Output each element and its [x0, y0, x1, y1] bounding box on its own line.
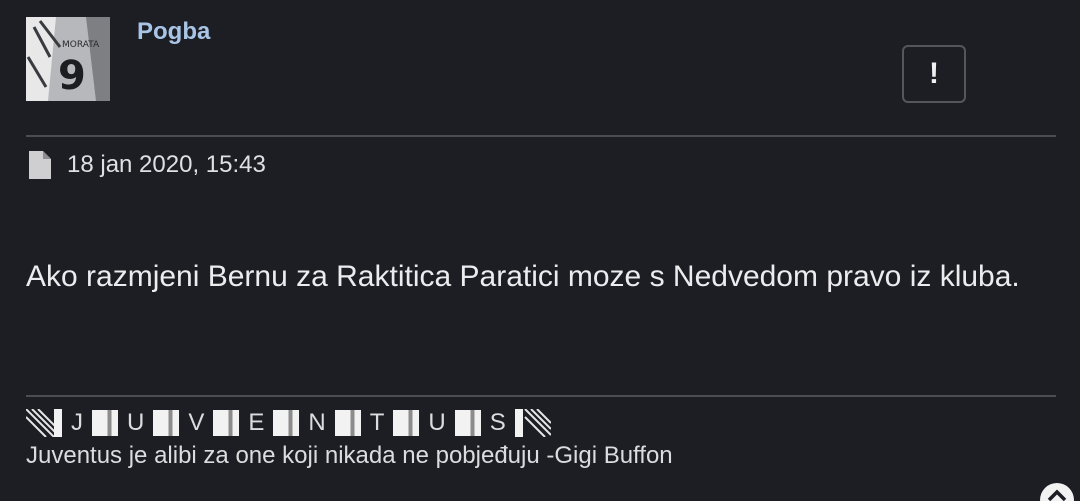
signature-banner: J U V E N T U S — [26, 406, 1056, 440]
post-message: Ako razmjeni Bernu za Raktitica Paratici… — [26, 260, 1020, 293]
signature-letter: S — [489, 409, 506, 436]
report-button[interactable]: ! — [902, 45, 966, 103]
jersey-number: 9 — [58, 53, 86, 99]
signature-letter: N — [308, 409, 326, 436]
signature-letter: J — [71, 409, 83, 436]
signature-quote: Juventus je alibi za one koji nikada ne … — [26, 442, 673, 469]
block-decoration — [213, 410, 240, 436]
signature-letter: E — [248, 409, 265, 436]
post-meta: 18 jan 2020, 15:43 — [29, 151, 266, 179]
username-link[interactable]: Pogba — [137, 18, 210, 46]
post-timestamp[interactable]: 18 jan 2020, 15:43 — [67, 151, 266, 179]
signature-letter: U — [127, 409, 145, 436]
signature-letter: U — [428, 409, 446, 436]
signature-divider — [26, 395, 1056, 397]
block-decoration — [334, 410, 361, 436]
file-icon — [29, 151, 51, 179]
block-decoration — [454, 410, 481, 436]
signature: J U V E N T U S Juventus je alibi za one… — [26, 406, 1056, 470]
hatch-decoration-left — [26, 409, 62, 437]
jersey-image: MORATA 9 — [26, 17, 110, 101]
jersey-name: MORATA — [62, 40, 100, 50]
signature-letter: V — [188, 409, 205, 436]
scroll-to-top-button[interactable] — [1040, 483, 1074, 501]
block-decoration — [153, 410, 180, 436]
block-decoration — [273, 410, 300, 436]
hatch-decoration-right — [514, 409, 551, 437]
avatar[interactable]: MORATA 9 — [26, 17, 110, 101]
forum-post: MORATA 9 Pogba ! 18 jan 2020, 15:43 Ako … — [0, 0, 1080, 501]
exclamation-icon: ! — [929, 57, 939, 90]
divider — [26, 135, 1056, 137]
block-decoration — [92, 410, 118, 436]
block-decoration — [393, 410, 420, 436]
chevron-up-icon — [1047, 489, 1067, 501]
signature-letter: T — [369, 409, 385, 436]
